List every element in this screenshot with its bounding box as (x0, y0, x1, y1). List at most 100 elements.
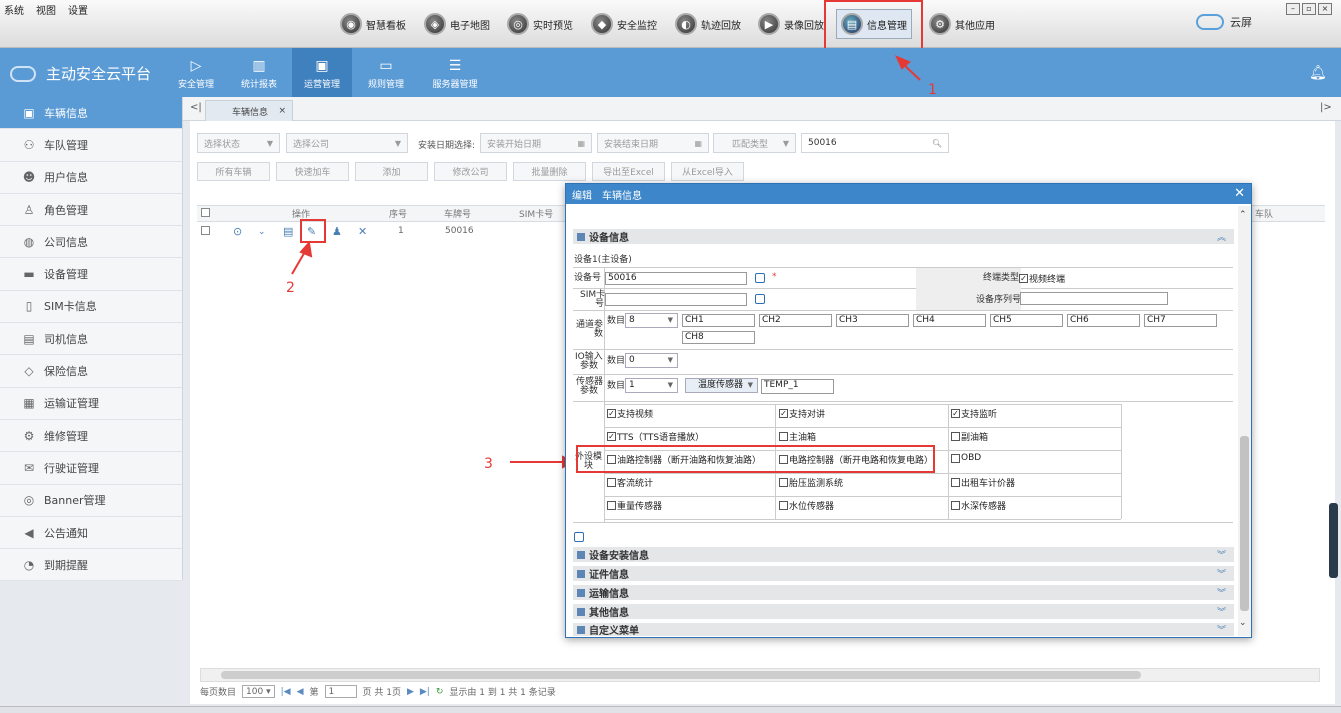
sensor-label-2: 参数 (580, 386, 599, 396)
peripheral-label-text: 副油箱 (961, 433, 989, 443)
vehicle-edit-dialog: 编辑 车辆信息 ✕ ⌃ ⌄ 设备信息 ︽ 设备1(主设备) 设备号 50016 *… (565, 183, 1252, 638)
peripheral-label-text: 支持对讲 (789, 410, 826, 420)
dialog-title-edit: 编辑 (572, 190, 592, 202)
pager-summary: 显示由 1 到 1 共 1 条记录 (449, 688, 556, 698)
dialog-scrollbar[interactable]: ⌃ ⌄ (1238, 206, 1251, 636)
table-line (604, 404, 1121, 405)
section-icon (577, 607, 585, 616)
sensor-type-select[interactable]: 温度传感器 ▼ (685, 378, 758, 393)
expand-icon[interactable]: ︾ (1217, 567, 1226, 580)
expand-icon[interactable]: ︾ (1217, 623, 1226, 636)
form-line (573, 374, 1233, 375)
peripheral-label-text: 客流统计 (617, 479, 654, 489)
scrollbar-thumb[interactable] (1240, 436, 1249, 611)
peripheral-label-text: 水位传感器 (789, 502, 835, 512)
count-label: 数目 (607, 356, 626, 366)
copy-device-icon[interactable] (574, 532, 584, 542)
horizontal-scrollbar[interactable] (200, 668, 1320, 682)
peripheral-checkbox[interactable]: ✓ 支持视频 (607, 407, 653, 420)
expand-icon[interactable]: ︾ (1217, 586, 1226, 599)
scrollbar-thumb[interactable] (221, 671, 1141, 679)
serial-input[interactable] (1020, 292, 1168, 305)
terminal-type-checkbox[interactable]: ✓ 视频终端 (1019, 272, 1065, 285)
section-device-info[interactable]: 设备信息 ︽ (573, 228, 1234, 244)
form-line (573, 310, 1233, 311)
peripheral-checkbox[interactable]: OBD (951, 453, 981, 463)
annotation-3: 3 (484, 456, 493, 472)
section-other-info[interactable]: 其他信息 ︾ (573, 603, 1234, 619)
pager: 每页数目 100 ▾ |◀ ◀ 第 1 页 共 1页 ▶ ▶| ↻ 显示由 1 … (200, 685, 556, 698)
channel-input[interactable]: CH1 (682, 314, 755, 327)
peripheral-checkbox[interactable]: 水深传感器 (951, 499, 1006, 512)
channel-input[interactable]: CH7 (1144, 314, 1217, 327)
copy-icon[interactable] (755, 273, 765, 283)
peripheral-checkbox[interactable]: 出租车计价器 (951, 476, 1015, 489)
section-icon (577, 588, 585, 597)
peripheral-checkbox[interactable]: 胎压监测系统 (779, 476, 843, 489)
scroll-up-icon[interactable]: ⌃ (1239, 210, 1247, 220)
checkbox-checked-icon: ✓ (779, 409, 788, 418)
highlight-box-peripheral (576, 445, 935, 473)
refresh-icon[interactable]: ↻ (436, 687, 444, 697)
expand-icon[interactable]: ︾ (1217, 605, 1226, 618)
section-icon (577, 569, 585, 578)
channel-value: CH7 (1147, 315, 1166, 325)
channel-input[interactable]: CH3 (836, 314, 909, 327)
sensor-count-select[interactable]: 1 ▼ (625, 378, 678, 393)
channel-input[interactable]: CH2 (759, 314, 832, 327)
last-page-icon[interactable]: ▶| (420, 687, 430, 697)
peripheral-checkbox[interactable]: ✓ 支持对讲 (779, 407, 825, 420)
channel-input[interactable]: CH6 (1067, 314, 1140, 327)
peripheral-checkbox[interactable]: 水位传感器 (779, 499, 834, 512)
scroll-down-icon[interactable]: ⌄ (1239, 618, 1247, 628)
channel-input[interactable]: CH5 (990, 314, 1063, 327)
dialog-title: 车辆信息 (602, 190, 642, 202)
section-certificate-info[interactable]: 证件信息 ︾ (573, 565, 1234, 581)
channel-value: CH6 (1070, 315, 1089, 325)
section-custom-menu[interactable]: 自定义菜单 ︾ (573, 622, 1234, 636)
sensor-name-input[interactable]: TEMP_1 (761, 379, 834, 394)
peripheral-label-text: 出租车计价器 (961, 479, 1016, 489)
section-install-info[interactable]: 设备安装信息 ︾ (573, 546, 1234, 562)
copy-icon[interactable] (755, 294, 765, 304)
peripheral-checkbox[interactable]: 重量传感器 (607, 499, 662, 512)
section-transport-info[interactable]: 运输信息 ︾ (573, 584, 1234, 600)
checkbox-checked-icon: ✓ (951, 409, 960, 418)
peripheral-checkbox[interactable]: ✓ TTS（TTS语音播放） (607, 430, 704, 443)
sim-input[interactable] (605, 293, 747, 306)
channel-input[interactable]: CH4 (913, 314, 986, 327)
channel-count-select[interactable]: 8 ▼ (625, 313, 678, 328)
device-no-value: 50016 (608, 273, 637, 283)
io-count-select[interactable]: 0 ▼ (625, 353, 678, 368)
prev-page-icon[interactable]: ◀ (297, 687, 304, 697)
table-line (948, 404, 949, 519)
sensor-type-value: 温度传感器 (698, 380, 744, 390)
peripheral-checkbox[interactable]: 主油箱 (779, 430, 816, 443)
checkbox-checked-icon: ✓ (607, 409, 616, 418)
table-line (604, 427, 1121, 428)
next-page-icon[interactable]: ▶ (407, 687, 414, 697)
terminal-type-value: 视频终端 (1029, 275, 1066, 285)
peripheral-checkbox[interactable]: ✓ 支持监听 (951, 407, 997, 420)
expand-icon[interactable]: ︾ (1217, 548, 1226, 561)
count-label: 数目 (607, 381, 626, 391)
checkbox-icon (951, 478, 960, 487)
first-page-icon[interactable]: |◀ (281, 687, 291, 697)
peripheral-label-text: 胎压监测系统 (789, 479, 844, 489)
form-line (573, 522, 1233, 523)
peripheral-checkbox[interactable]: 客流统计 (607, 476, 653, 489)
channel-value: CH1 (685, 315, 704, 325)
channel-label-2: 数 (594, 329, 604, 339)
side-slider[interactable] (1329, 503, 1338, 578)
channel-input[interactable]: CH8 (682, 331, 755, 344)
collapse-icon[interactable]: ︽ (1217, 230, 1226, 243)
per-page-select[interactable]: 100 ▾ (242, 685, 275, 698)
checkbox-icon (779, 501, 788, 510)
channel-value: CH2 (762, 315, 781, 325)
dialog-close-icon[interactable]: ✕ (1234, 186, 1245, 201)
page-input[interactable]: 1 (324, 685, 357, 698)
peripheral-label-text: 支持视频 (617, 410, 654, 420)
sim-label-2: 号 (595, 299, 605, 309)
peripheral-checkbox[interactable]: 副油箱 (951, 430, 988, 443)
device-no-input[interactable]: 50016 (605, 272, 747, 285)
